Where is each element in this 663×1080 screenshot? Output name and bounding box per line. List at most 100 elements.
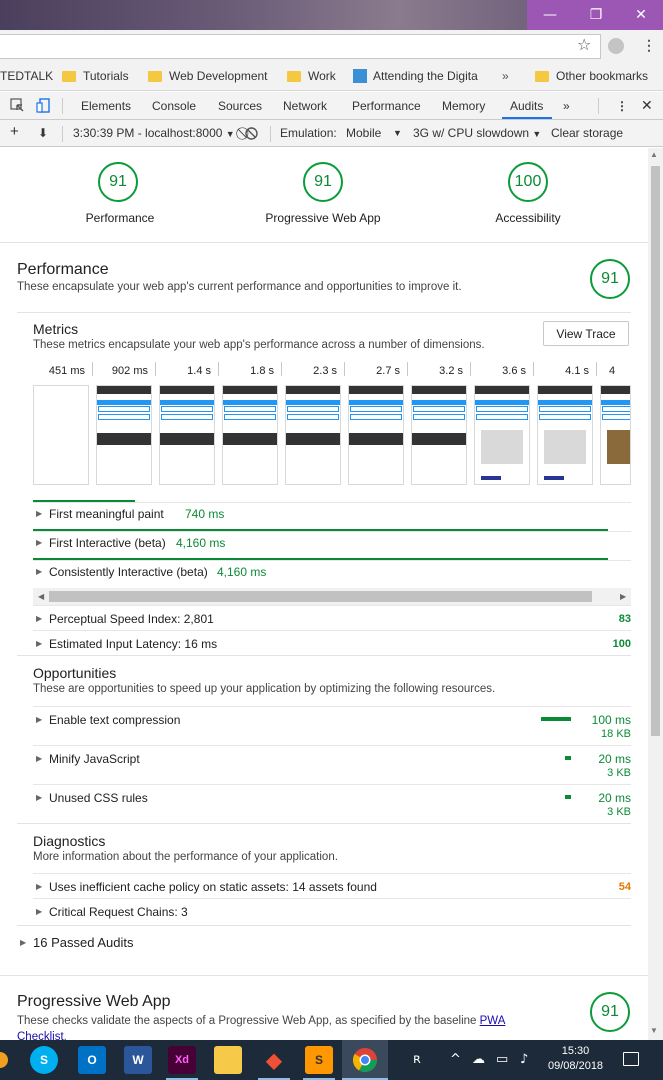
expand-caret-icon[interactable]: ▶	[36, 538, 42, 547]
folder-icon	[148, 70, 162, 82]
bookmark-label: TEDTALK	[0, 69, 54, 83]
filmstrip-frame	[537, 385, 593, 485]
expand-caret-icon[interactable]: ▶	[36, 907, 42, 916]
chrome-menu-icon[interactable]: ⋮	[642, 37, 656, 54]
restore-button[interactable]: ❐	[573, 0, 619, 30]
device-toolbar-icon[interactable]	[36, 98, 51, 113]
throttling-select[interactable]: 3G w/ CPU slowdown ▼	[413, 126, 541, 140]
bookmark-tedtalk[interactable]: TEDTALK	[0, 69, 53, 83]
outlook-icon[interactable]: O	[78, 1046, 106, 1074]
expand-caret-icon[interactable]: ▶	[36, 567, 42, 576]
timeline-tick	[470, 362, 471, 376]
scrollbar-thumb[interactable]	[49, 591, 592, 602]
word-icon[interactable]: W	[124, 1046, 152, 1074]
sublime-text-icon[interactable]: S	[305, 1046, 333, 1074]
bookmark-label: Attending the Digita	[373, 69, 478, 83]
pwa-description-text: These checks validate the aspects of a P…	[17, 1015, 477, 1027]
expand-caret-icon[interactable]: ▶	[36, 715, 42, 724]
view-trace-button[interactable]: View Trace	[543, 321, 629, 346]
adobe-xd-icon[interactable]: Xd	[168, 1046, 196, 1074]
bookmark-star-icon[interactable]: ☆	[577, 35, 591, 54]
tab-elements[interactable]: Elements	[81, 99, 131, 113]
clear-block-icon[interactable]	[245, 127, 258, 140]
devtools-menu-icon[interactable]: ⋮	[616, 99, 628, 113]
filmstrip-frame	[159, 385, 215, 485]
scrollbar-thumb[interactable]	[651, 166, 660, 736]
pwa-gauge-label: Progressive Web App	[265, 211, 381, 225]
expand-caret-icon[interactable]: ▶	[36, 639, 42, 648]
skype-icon[interactable]: S	[30, 1046, 58, 1074]
timeline-tick	[533, 362, 534, 376]
pinned-app-icon[interactable]	[0, 1052, 8, 1068]
bookmark-web-development[interactable]: Web Development	[148, 69, 268, 83]
chrome-icon[interactable]	[352, 1047, 378, 1073]
filmstrip-frame	[474, 385, 530, 485]
show-hidden-icons-chevron-icon[interactable]: ^	[450, 1052, 461, 1067]
accessibility-score-gauge[interactable]: 100	[508, 162, 548, 202]
pwa-score-gauge[interactable]: 91	[303, 162, 343, 202]
bookmark-work[interactable]: Work	[287, 69, 336, 83]
passed-audits-toggle[interactable]: 16 Passed Audits	[33, 935, 133, 950]
scroll-up-icon[interactable]: ▲	[650, 150, 658, 159]
tab-memory[interactable]: Memory	[442, 99, 485, 113]
more-tabs-chevron-icon[interactable]: »	[563, 99, 570, 113]
system-clock[interactable]: 15:30 09/08/2018	[548, 1044, 603, 1074]
inspect-element-icon[interactable]	[10, 98, 25, 113]
expand-caret-icon[interactable]: ▶	[36, 509, 42, 518]
pwa-checklist-link[interactable]: PWA	[480, 1015, 506, 1027]
tab-network[interactable]: Network	[283, 99, 327, 113]
filmstrip-frame-blank	[33, 385, 89, 485]
bookmark-attending-digital[interactable]: Attending the Digita	[353, 69, 478, 83]
metric-label: First meaningful paint	[49, 507, 164, 521]
expand-caret-icon[interactable]: ▶	[36, 882, 42, 891]
scroll-down-icon[interactable]: ▼	[650, 1026, 658, 1035]
tab-sources[interactable]: Sources	[218, 99, 262, 113]
more-bookmarks-chevron-icon[interactable]: »	[502, 69, 509, 83]
opportunity-kb: 18 KB	[601, 728, 631, 740]
git-icon[interactable]: ◆	[260, 1046, 288, 1074]
clear-storage-checkbox[interactable]: Clear storage	[551, 126, 623, 140]
new-audit-plus-icon[interactable]: +	[10, 123, 19, 140]
timeline-tick	[407, 362, 408, 376]
network-icon[interactable]: ▭	[496, 1052, 508, 1067]
filmstrip-timestamp: 2.3 s	[313, 365, 337, 377]
performance-section-description: These encapsulate your web app's current…	[17, 281, 462, 293]
close-devtools-icon[interactable]: ✕	[641, 97, 653, 114]
timeline-tick	[281, 362, 282, 376]
volume-icon[interactable]: ♪	[520, 1052, 528, 1067]
filmstrip-frame	[96, 385, 152, 485]
emulation-select[interactable]: Mobile	[346, 126, 381, 140]
expand-caret-icon[interactable]: ▶	[36, 793, 42, 802]
scroll-right-icon[interactable]: ▶	[620, 592, 626, 601]
report-selector[interactable]: 3:30:39 PM - localhost:8000 ▼	[73, 126, 235, 140]
tab-console[interactable]: Console	[152, 99, 196, 113]
expand-caret-icon[interactable]: ▶	[36, 614, 42, 623]
action-center-icon[interactable]	[623, 1052, 639, 1066]
expand-caret-icon[interactable]: ▶	[20, 938, 26, 947]
expand-caret-icon[interactable]: ▶	[36, 754, 42, 763]
url-input[interactable]	[0, 34, 601, 59]
people-icon[interactable]: ʀ	[413, 1052, 421, 1067]
minimize-button[interactable]: —	[527, 0, 573, 30]
divider	[17, 925, 631, 926]
metric-score: 100	[612, 638, 631, 650]
profile-avatar[interactable]	[608, 38, 624, 54]
performance-score-gauge[interactable]: 91	[98, 162, 138, 202]
metrics-description: These metrics encapsulate your web app's…	[33, 339, 485, 351]
onedrive-cloud-icon[interactable]: ☁	[472, 1052, 485, 1067]
close-window-button[interactable]: ✕	[619, 0, 663, 30]
divider	[17, 823, 631, 824]
bookmark-tutorials[interactable]: Tutorials	[62, 69, 129, 83]
tab-performance[interactable]: Performance	[352, 99, 421, 113]
opportunity-savings-bar	[541, 717, 571, 721]
emulation-label: Emulation:	[280, 126, 337, 140]
scroll-left-icon[interactable]: ◀	[38, 592, 44, 601]
opportunity-label: Unused CSS rules	[49, 791, 148, 805]
toolbar-divider	[62, 98, 63, 114]
bookmark-other[interactable]: Other bookmarks	[535, 69, 648, 83]
download-report-icon[interactable]: ⬇	[38, 126, 48, 140]
filmstrip-frame	[285, 385, 341, 485]
file-explorer-icon[interactable]	[214, 1046, 242, 1074]
timeline-tick	[218, 362, 219, 376]
tab-audits[interactable]: Audits	[510, 99, 543, 113]
